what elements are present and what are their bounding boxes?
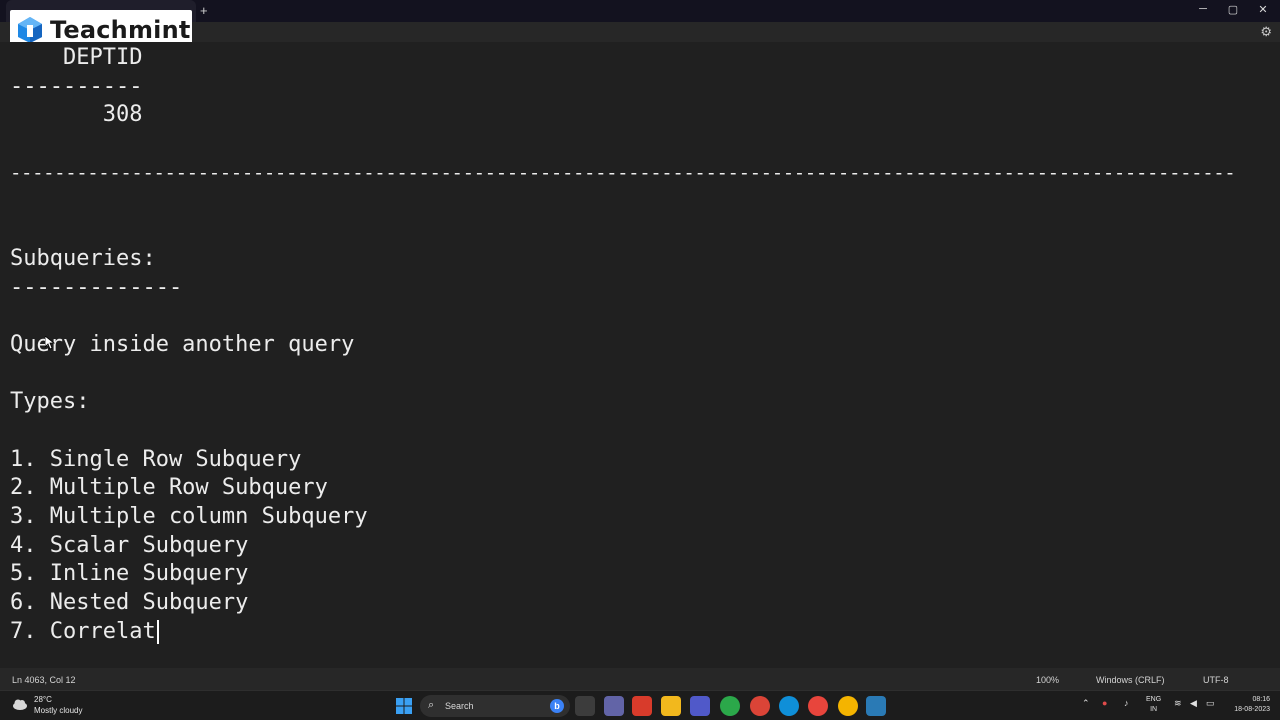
cloud-icon	[13, 699, 27, 710]
microphone-icon[interactable]: ♪	[1124, 698, 1129, 708]
encoding[interactable]: UTF-8	[1203, 675, 1229, 685]
clock[interactable]: 08:16 18-08-2023	[1222, 695, 1270, 715]
teams-chat-icon[interactable]	[604, 696, 624, 716]
minimize-button[interactable]: ─	[1196, 3, 1210, 15]
edge-icon[interactable]	[779, 696, 799, 716]
chrome-icon[interactable]	[720, 696, 740, 716]
wifi-icon[interactable]: ≋	[1174, 698, 1182, 709]
teachmint-logo-text: Teachmint	[50, 16, 191, 44]
volume-icon[interactable]: ◀	[1190, 698, 1197, 709]
file-explorer-icon[interactable]	[661, 696, 681, 716]
editor-line: 1. Single Row Subquery	[10, 447, 302, 472]
editor-line: -------------	[10, 275, 183, 300]
task-view-icon[interactable]	[575, 696, 595, 716]
windows-start-icon[interactable]	[396, 698, 412, 714]
editor-line-separator: ----------------------------------------…	[10, 162, 1236, 184]
chrome-profile-2-icon[interactable]	[808, 696, 828, 716]
zoom-level[interactable]: 100%	[1036, 675, 1059, 685]
editor-line: 5. Inline Subquery	[10, 561, 249, 586]
language-indicator[interactable]: ENG IN	[1146, 695, 1161, 715]
editor-line: 3. Multiple column Subquery	[10, 504, 368, 529]
editor-line: 308	[10, 102, 143, 127]
editor-line: Query inside another query	[10, 332, 355, 357]
restore-button[interactable]: ▢	[1226, 3, 1240, 16]
language-top: ENG	[1146, 696, 1162, 703]
search-icon: ⌕	[428, 699, 435, 711]
bing-icon[interactable]: b	[550, 699, 564, 713]
mouse-pointer-icon	[45, 336, 55, 350]
editor-line: ----------	[10, 74, 143, 99]
clock-time: 08:16	[1252, 696, 1270, 703]
status-bar: Ln 4063, Col 12 100% Windows (CRLF) UTF-…	[0, 668, 1280, 690]
tray-overflow-chevron-icon[interactable]: ⌃	[1082, 698, 1090, 709]
editor-line: Subqueries:	[10, 246, 156, 271]
close-button[interactable]: ✕	[1256, 3, 1270, 16]
menu-bar	[0, 22, 1280, 42]
notepad-icon[interactable]	[866, 696, 886, 716]
line-ending[interactable]: Windows (CRLF)	[1096, 675, 1165, 685]
cursor-position: Ln 4063, Col 12	[12, 675, 76, 685]
editor-line: Types:	[10, 389, 90, 414]
taskbar: 28°C Mostly cloudy ⌕ Search b ⌃ ● ♪ ENG …	[0, 690, 1280, 720]
language-bottom: IN	[1150, 706, 1158, 713]
text-caret	[156, 620, 159, 644]
editor-line-text: 7. Correlat	[10, 619, 156, 644]
chrome-profile-3-icon[interactable]	[838, 696, 858, 716]
taskbar-search[interactable]: ⌕ Search b	[420, 695, 570, 717]
search-label: Search	[445, 701, 474, 711]
new-tab-button[interactable]: +	[200, 3, 208, 18]
settings-gear-icon[interactable]: ⚙	[1260, 24, 1272, 40]
tray-app-icon[interactable]: ●	[1102, 698, 1107, 708]
editor-line: 2. Multiple Row Subquery	[10, 475, 328, 500]
wps-office-icon[interactable]	[632, 696, 652, 716]
editor-line: 6. Nested Subquery	[10, 590, 249, 615]
text-editor[interactable]: DEPTID ---------- 308 ------------------…	[0, 42, 1280, 668]
teachmint-cube-icon	[18, 17, 42, 43]
weather-description[interactable]: Mostly cloudy	[34, 706, 82, 715]
weather-temperature[interactable]: 28°C	[34, 695, 52, 704]
editor-line: DEPTID	[10, 45, 143, 70]
editor-line: 4. Scalar Subquery	[10, 533, 249, 558]
battery-icon[interactable]: ▭	[1206, 698, 1215, 709]
title-bar: + ─ ▢ ✕	[0, 0, 1280, 22]
clock-date: 18-08-2023	[1234, 706, 1270, 713]
chrome-profile-icon[interactable]	[750, 696, 770, 716]
editor-line-current: 7. Correlat	[10, 618, 159, 646]
teams-icon[interactable]	[690, 696, 710, 716]
